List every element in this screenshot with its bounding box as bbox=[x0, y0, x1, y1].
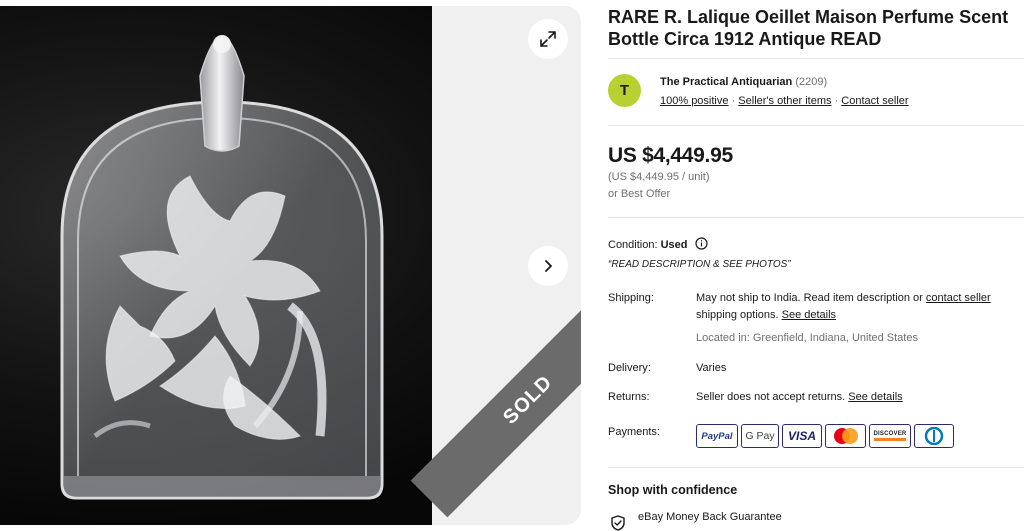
chevron-right-icon bbox=[545, 260, 552, 272]
unit-price: (US $4,449.95 / unit) bbox=[608, 171, 710, 183]
shipping-contact-seller-link[interactable]: contact seller bbox=[926, 292, 991, 304]
shipping-options-text: shipping options. bbox=[696, 309, 782, 321]
shipping-see-details-link[interactable]: See details bbox=[782, 309, 836, 321]
divider bbox=[608, 58, 1024, 59]
paypal-icon: PayPal bbox=[696, 424, 738, 448]
discover-icon: DISCOVER bbox=[869, 424, 911, 448]
shipping-label: Shipping: bbox=[608, 292, 654, 304]
returns-label: Returns: bbox=[608, 391, 650, 403]
returns-see-details-link[interactable]: See details bbox=[848, 391, 902, 403]
sold-ribbon: SOLD bbox=[410, 282, 581, 518]
shipping-line-2: shipping options. See details bbox=[696, 309, 836, 321]
item-details: RARE R. Lalique Oeillet Maison Perfume S… bbox=[608, 0, 1024, 531]
expand-image-button[interactable] bbox=[528, 19, 568, 59]
best-offer-note: or Best Offer bbox=[608, 188, 671, 200]
returns-value: Seller does not accept returns. bbox=[696, 391, 849, 403]
paypal-label: PayPal bbox=[701, 430, 733, 442]
mastercard-icon bbox=[825, 424, 866, 448]
discover-label: DISCOVER bbox=[873, 431, 907, 441]
money-back-guarantee[interactable]: eBay Money Back Guarantee bbox=[638, 511, 782, 523]
condition-value: Used bbox=[660, 239, 688, 251]
google-pay-icon: G Pay bbox=[741, 424, 779, 448]
gpay-label: G Pay bbox=[745, 430, 775, 442]
visa-label: VISA bbox=[787, 429, 816, 443]
expand-arrows-icon bbox=[540, 31, 556, 47]
seller-name[interactable]: The Practical Antiquarian bbox=[660, 76, 792, 88]
separator: · bbox=[834, 95, 839, 107]
item-location: Located in: Greenfield, Indiana, United … bbox=[696, 332, 918, 344]
shipping-text: May not ship to India. Read item descrip… bbox=[696, 292, 926, 304]
seller-avatar[interactable]: T bbox=[608, 74, 641, 107]
delivery-value: Varies bbox=[696, 362, 727, 374]
info-icon[interactable] bbox=[694, 237, 708, 250]
positive-feedback-link[interactable]: 100% positive bbox=[660, 95, 729, 107]
product-photo[interactable] bbox=[0, 6, 432, 525]
contact-seller-link[interactable]: Contact seller bbox=[841, 95, 908, 107]
condition-label: Condition: bbox=[608, 239, 658, 251]
delivery-label: Delivery: bbox=[608, 362, 651, 374]
item-title: RARE R. Lalique Oeillet Maison Perfume S… bbox=[608, 7, 1009, 49]
payment-methods: PayPal G Pay VISA DISCOVER bbox=[696, 424, 954, 448]
image-gallery: SOLD bbox=[0, 6, 581, 525]
visa-icon: VISA bbox=[782, 424, 822, 448]
seller-card: T The Practical Antiquarian (2209) 100% … bbox=[608, 72, 1024, 112]
shop-with-confidence-heading: Shop with confidence bbox=[608, 483, 738, 497]
diners-club-icon bbox=[914, 424, 954, 448]
next-image-button[interactable] bbox=[528, 246, 568, 286]
divider bbox=[608, 125, 1024, 126]
returns-value-line: Seller does not accept returns. See deta… bbox=[696, 391, 903, 403]
seller-feedback-count: (2209) bbox=[795, 76, 828, 88]
shield-check-icon bbox=[611, 515, 625, 531]
divider bbox=[608, 467, 1024, 468]
condition-line: Condition: Used bbox=[608, 237, 708, 251]
separator: · bbox=[731, 95, 736, 107]
diners-club-logo-icon bbox=[924, 427, 944, 445]
shipping-line-1: May not ship to India. Read item descrip… bbox=[696, 292, 991, 304]
payments-label: Payments: bbox=[608, 426, 660, 438]
seller-other-items-link[interactable]: Seller's other items bbox=[738, 95, 831, 107]
mastercard-circles-icon bbox=[833, 428, 858, 444]
condition-note: “READ DESCRIPTION & SEE PHOTOS” bbox=[608, 259, 791, 270]
divider bbox=[608, 217, 1024, 218]
perfume-bottle-illustration bbox=[60, 35, 384, 500]
seller-links: 100% positive · Seller's other items · C… bbox=[660, 95, 909, 107]
seller-name-line: The Practical Antiquarian (2209) bbox=[660, 76, 827, 88]
item-price: US $4,449.95 bbox=[608, 144, 733, 167]
